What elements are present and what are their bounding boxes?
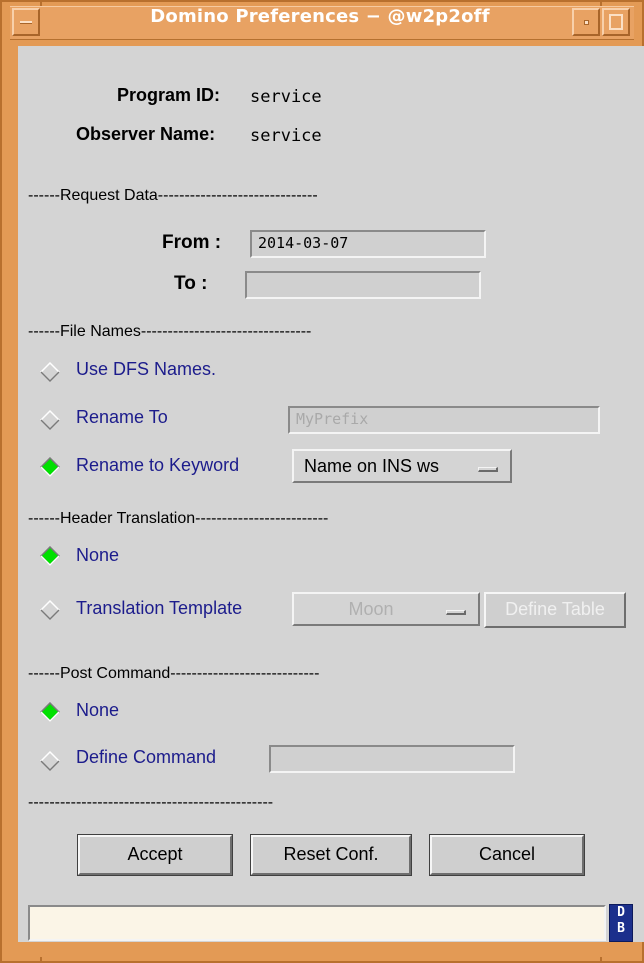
- post-none-radio[interactable]: [40, 702, 60, 722]
- use-dfs-label[interactable]: Use DFS Names.: [76, 359, 216, 380]
- rename-keyword-radio[interactable]: [40, 457, 60, 477]
- use-dfs-radio[interactable]: [40, 362, 60, 382]
- post-command-separator: ------Post Command----------------------…: [28, 665, 320, 682]
- program-id-value: service: [250, 87, 322, 107]
- observer-name-value: service: [250, 126, 322, 146]
- footer-separator: ----------------------------------------…: [28, 794, 274, 811]
- maximize-button[interactable]: [602, 8, 630, 36]
- define-command-input[interactable]: [269, 745, 515, 773]
- minimize-button[interactable]: [572, 8, 600, 36]
- define-table-button[interactable]: Define Table: [484, 592, 626, 628]
- rename-to-label[interactable]: Rename To: [76, 407, 168, 428]
- option-menu-indicator-icon: [478, 467, 498, 472]
- keyword-option-value: Name on INS ws: [304, 456, 440, 476]
- radio-off-icon: [40, 751, 60, 771]
- program-id-label: Program ID:: [117, 85, 221, 105]
- translation-template-label[interactable]: Translation Template: [76, 598, 242, 619]
- frame-notch: [600, 957, 602, 963]
- observer-name-label: Observer Name:: [76, 124, 216, 144]
- logo-letter-bottom: B: [617, 921, 625, 936]
- menu-bar-icon: [20, 21, 32, 24]
- to-label: To :: [174, 273, 208, 294]
- translation-none-radio[interactable]: [40, 546, 60, 566]
- radio-on-icon: [40, 457, 60, 477]
- accept-button[interactable]: Accept: [77, 834, 233, 876]
- define-command-label[interactable]: Define Command: [76, 747, 216, 768]
- frame-notch: [40, 957, 42, 963]
- logo-letter-top: D: [617, 905, 625, 920]
- request-data-separator: ------Request Data----------------------…: [28, 187, 318, 204]
- radio-on-icon: [40, 546, 60, 566]
- maximize-icon: [609, 14, 623, 30]
- option-menu-indicator-icon: [446, 610, 466, 615]
- radio-on-icon: [40, 702, 60, 722]
- minimize-icon: [584, 20, 589, 25]
- from-date-input[interactable]: 2014-03-07: [250, 230, 486, 258]
- translation-template-radio[interactable]: [40, 600, 60, 620]
- translation-none-label[interactable]: None: [76, 545, 119, 566]
- header-translation-separator: ------Header Translation----------------…: [28, 510, 329, 527]
- status-message-field: [28, 905, 606, 941]
- db-logo-icon: D B: [609, 904, 633, 942]
- cancel-button[interactable]: Cancel: [429, 834, 585, 876]
- rename-prefix-input[interactable]: MyPrefix: [288, 406, 600, 434]
- radio-off-icon: [40, 362, 60, 382]
- window-menu-button[interactable]: [12, 8, 40, 36]
- to-date-input[interactable]: [245, 271, 481, 299]
- reset-conf-button[interactable]: Reset Conf.: [250, 834, 412, 876]
- template-option-value: Moon: [348, 599, 394, 619]
- template-option-menu[interactable]: Moon: [292, 592, 480, 626]
- rename-keyword-label[interactable]: Rename to Keyword: [76, 455, 239, 476]
- define-command-radio[interactable]: [40, 751, 60, 771]
- radio-off-icon: [40, 600, 60, 620]
- window-title: Domino Preferences − @w2p2off: [150, 6, 490, 27]
- post-none-label[interactable]: None: [76, 700, 119, 721]
- radio-off-icon: [40, 410, 60, 430]
- file-names-separator: ------File Names------------------------…: [28, 323, 312, 340]
- rename-to-radio[interactable]: [40, 410, 60, 430]
- keyword-option-menu[interactable]: Name on INS ws: [292, 449, 512, 483]
- from-label: From :: [162, 232, 222, 253]
